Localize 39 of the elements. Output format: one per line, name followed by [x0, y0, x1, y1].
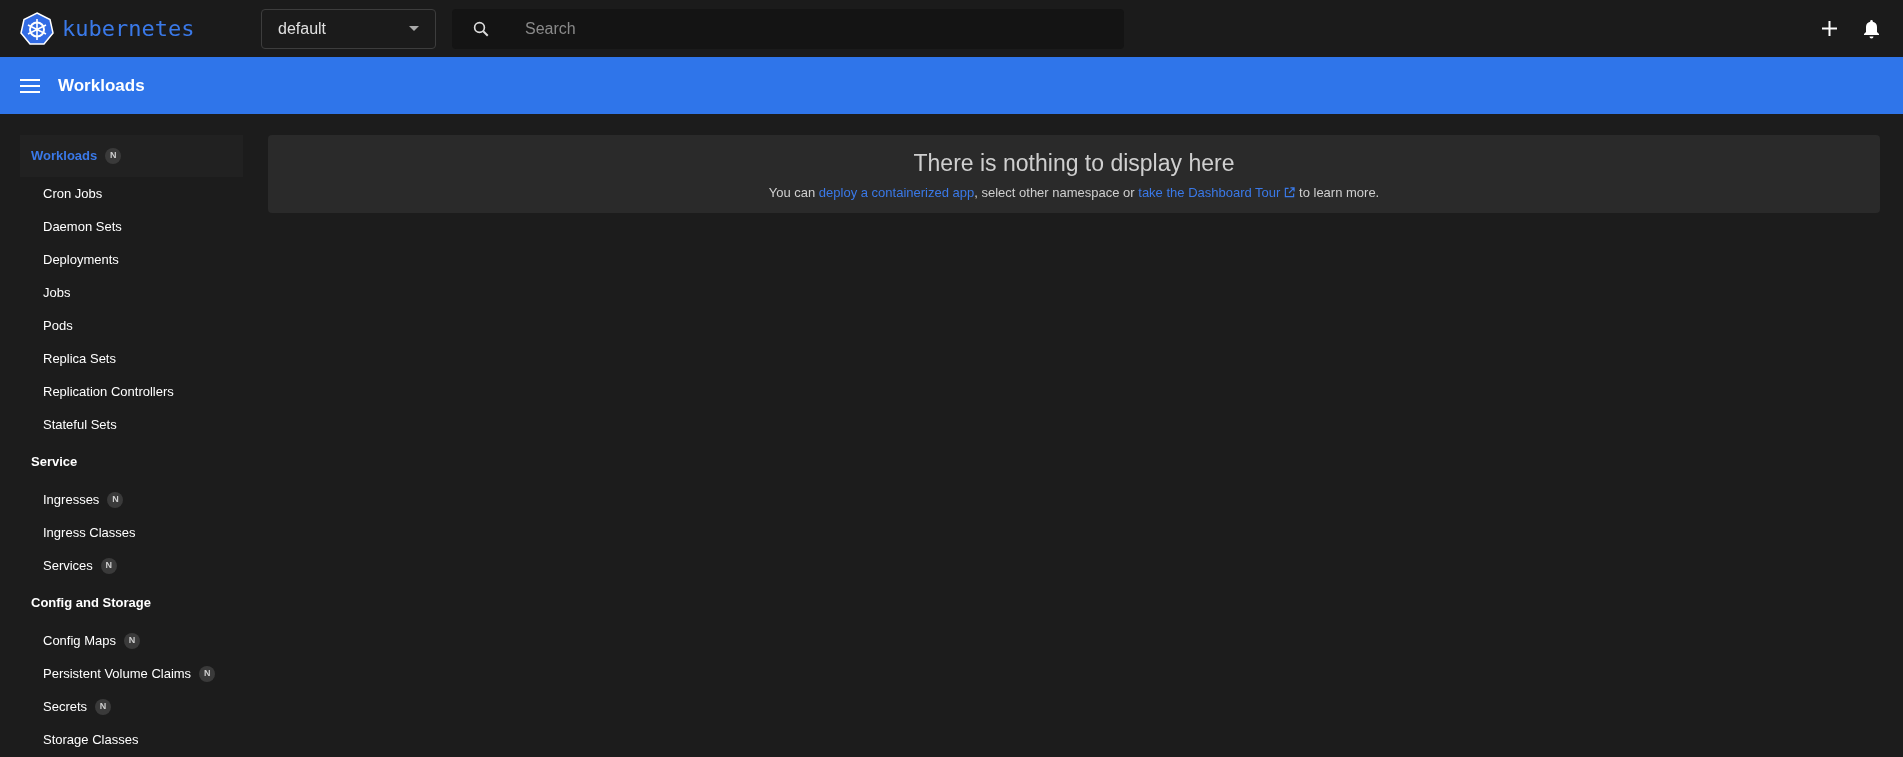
namespaced-badge: N [199, 665, 216, 682]
namespaced-badge: N [124, 632, 140, 649]
namespace-select[interactable]: default [261, 8, 436, 49]
sidebar-section[interactable]: Service [20, 441, 243, 483]
bell-icon [1862, 18, 1880, 39]
search-icon [472, 19, 490, 38]
sidebar-item[interactable]: Cron Jobs [20, 177, 245, 210]
empty-state-message: You can deploy a containerized app, select other namespace or take the Dashboard Tour to learn more. [768, 183, 1380, 203]
empty-state-title: There is nothing to display here [913, 148, 1235, 178]
sidebar-item[interactable]: Services N [20, 549, 245, 582]
namespaced-badge: N [105, 148, 122, 164]
sidebar-item[interactable]: Deployments [20, 243, 245, 276]
dashboard-tour-link[interactable]: take the Dashboard Tour [1138, 183, 1296, 203]
menu-icon [20, 78, 40, 93]
brand-name: kubernetes [62, 15, 195, 43]
sidebar-item[interactable]: Persistent Volume Claims N [20, 657, 245, 690]
plus-icon [1821, 21, 1837, 36]
sidebar-item[interactable]: Ingresses N [20, 483, 245, 516]
sidebar-section[interactable]: Workloads N [20, 135, 243, 177]
helm-wheel-logo-icon [20, 11, 54, 46]
namespaced-badge: N [107, 491, 124, 508]
page-title: Workloads [58, 74, 145, 97]
namespaced-badge: N [100, 557, 117, 574]
sidebar-item[interactable]: Storage Classes [20, 723, 245, 756]
sidebar-item[interactable]: Ingress Classes [20, 516, 245, 549]
sidebar-item[interactable]: Pods [20, 309, 245, 342]
sidebar-item[interactable]: Daemon Sets [20, 210, 245, 243]
sidebar-item[interactable]: Jobs [20, 276, 245, 309]
external-link-icon [1284, 187, 1296, 199]
sidebar-item[interactable]: Secrets N [20, 690, 245, 723]
sidebar-item[interactable]: Stateful Sets [20, 408, 245, 441]
menu-button[interactable] [20, 77, 40, 94]
namespaced-badge: N [95, 698, 112, 715]
sidebar-item[interactable]: Replica Sets [20, 342, 245, 375]
sidebar-section[interactable]: Config and Storage [20, 582, 243, 624]
search-field[interactable]: Search [452, 8, 1124, 49]
sidebar-item[interactable]: Config Maps N [20, 624, 245, 657]
caret-icon [409, 26, 419, 31]
sidebar-item[interactable]: Replication Controllers [20, 375, 245, 408]
